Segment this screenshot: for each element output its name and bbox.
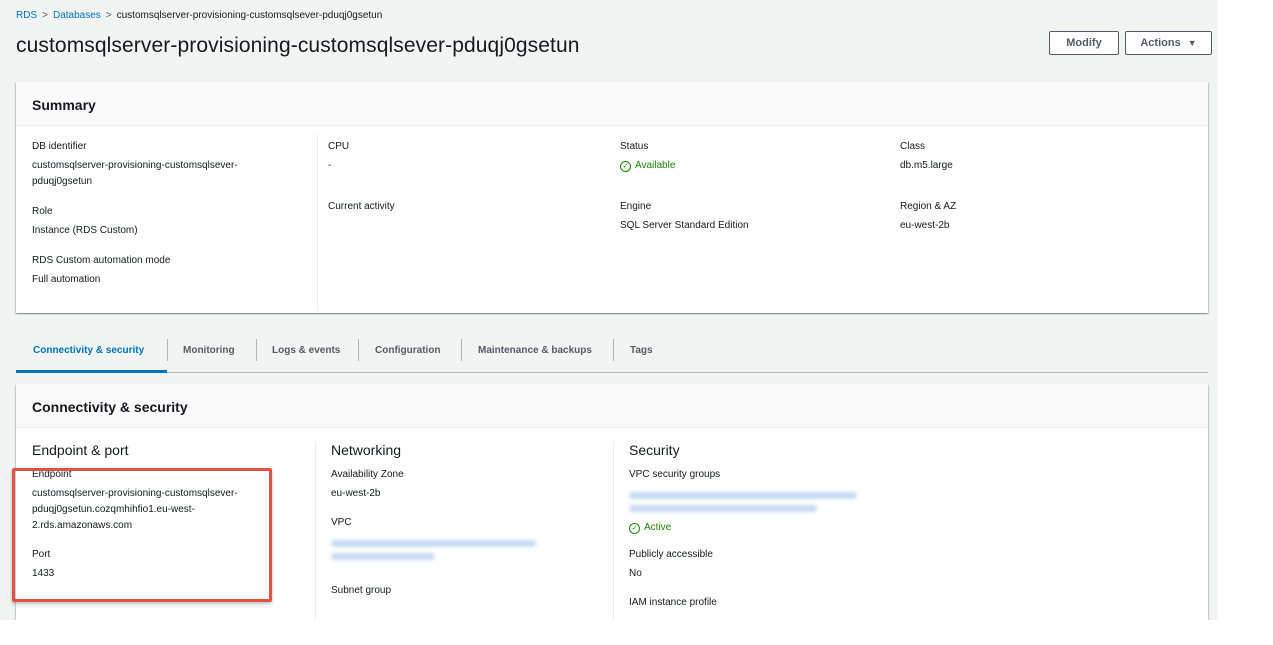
security-group-status-text: Active bbox=[644, 522, 672, 533]
region-az-field: Region & AZ eu-west-2b bbox=[900, 200, 1160, 234]
breadcrumb-rds-link[interactable]: RDS bbox=[16, 10, 37, 21]
engine-value: SQL Server Standard Edition bbox=[620, 220, 749, 231]
tab-divider bbox=[613, 339, 614, 361]
tab-maintenance-backups[interactable]: Maintenance & backups bbox=[478, 340, 592, 360]
region-az-value: eu-west-2b bbox=[900, 220, 950, 231]
iam-instance-profile-label: IAM instance profile bbox=[629, 597, 717, 608]
breadcrumb-separator-icon: > bbox=[42, 10, 48, 21]
networking-column: Networking Availability Zone eu-west-2b … bbox=[315, 442, 591, 620]
availability-zone-label: Availability Zone bbox=[331, 469, 404, 480]
endpoint-port-heading: Endpoint & port bbox=[32, 442, 129, 458]
publicly-accessible-value: No bbox=[629, 568, 642, 579]
summary-panel: Summary DB identifier customsqlserver-pr… bbox=[16, 82, 1208, 313]
modify-button[interactable]: Modify bbox=[1049, 31, 1119, 55]
tab-divider bbox=[167, 339, 168, 361]
current-activity-label: Current activity bbox=[328, 201, 395, 212]
cpu-field: CPU - bbox=[328, 140, 588, 174]
db-identifier-value: customsqlserver-provisioning-customsqlse… bbox=[32, 158, 302, 190]
class-label: Class bbox=[900, 141, 926, 152]
summary-column-2: CPU - Current activity bbox=[317, 134, 588, 310]
cpu-value: - bbox=[328, 160, 332, 171]
role-label: Role bbox=[32, 206, 53, 217]
availability-zone-value: eu-west-2b bbox=[331, 488, 381, 499]
endpoint-value[interactable]: customsqlserver-provisioning-customsqlse… bbox=[32, 486, 292, 534]
breadcrumb-databases-link[interactable]: Databases bbox=[53, 10, 101, 21]
endpoint-value-line: 2.rds.amazonaws.com bbox=[32, 520, 133, 531]
tab-connectivity-security[interactable]: Connectivity & security bbox=[33, 340, 144, 360]
networking-heading: Networking bbox=[331, 442, 402, 458]
security-group-status: ✓ Active bbox=[629, 520, 889, 536]
detail-tabs: Connectivity & security Monitoring Logs … bbox=[16, 330, 1208, 373]
current-activity-field: Current activity bbox=[328, 200, 588, 214]
subnet-group-label: Subnet group bbox=[331, 585, 392, 596]
automation-mode-label: RDS Custom automation mode bbox=[32, 255, 171, 266]
vpc-label: VPC bbox=[331, 517, 352, 528]
breadcrumb-current: customsqlserver-provisioning-customsqlse… bbox=[116, 10, 383, 21]
region-az-label: Region & AZ bbox=[900, 201, 957, 212]
port-value: 1433 bbox=[32, 568, 55, 579]
active-tab-indicator bbox=[16, 370, 167, 373]
summary-title: Summary bbox=[16, 82, 1208, 126]
page-title: customsqlserver-provisioning-customsqlse… bbox=[16, 34, 580, 57]
connectivity-title: Connectivity & security bbox=[16, 384, 1208, 428]
breadcrumb: RDS > Databases > customsqlserver-provisioni… bbox=[16, 10, 382, 21]
caret-down-icon: ▼ bbox=[1187, 38, 1197, 48]
engine-label: Engine bbox=[620, 201, 652, 212]
summary-column-3: Status ✓ Available Engine SQL Server Sta… bbox=[620, 140, 880, 249]
db-identifier-label: DB identifier bbox=[32, 141, 87, 152]
status-field: Status ✓ Available bbox=[620, 140, 880, 174]
actions-button-label: Actions bbox=[1140, 37, 1181, 49]
tab-divider bbox=[256, 339, 257, 361]
automation-mode-field: RDS Custom automation mode Full automati… bbox=[32, 254, 302, 288]
vpc-link-redacted[interactable] bbox=[331, 553, 435, 560]
tab-configuration[interactable]: Configuration bbox=[375, 340, 441, 360]
security-heading: Security bbox=[629, 442, 680, 458]
security-group-link-redacted[interactable] bbox=[629, 492, 857, 499]
summary-column-1: DB identifier customsqlserver-provisioni… bbox=[32, 140, 302, 303]
tab-monitoring[interactable]: Monitoring bbox=[183, 340, 235, 360]
actions-button[interactable]: Actions ▼ bbox=[1125, 31, 1212, 55]
role-value: Instance (RDS Custom) bbox=[32, 225, 138, 236]
cpu-label: CPU bbox=[328, 141, 350, 152]
engine-field: Engine SQL Server Standard Edition bbox=[620, 200, 880, 234]
status-text: Available bbox=[635, 160, 676, 171]
tab-divider bbox=[358, 339, 359, 361]
automation-mode-value: Full automation bbox=[32, 274, 101, 285]
summary-column-4: Class db.m5.large Region & AZ eu-west-2b bbox=[900, 140, 1160, 249]
db-identifier-value-line: pduqj0gsetun bbox=[32, 176, 93, 187]
security-column: Security VPC security groups ✓ Active Pu… bbox=[613, 442, 889, 620]
tab-divider bbox=[461, 339, 462, 361]
security-group-link-redacted[interactable] bbox=[629, 505, 817, 512]
connectivity-panel: Connectivity & security Endpoint & port … bbox=[16, 384, 1208, 620]
status-value: ✓ Available bbox=[620, 158, 880, 174]
vpc-security-groups-label: VPC security groups bbox=[629, 469, 721, 480]
breadcrumb-separator-icon: > bbox=[105, 10, 112, 21]
tab-tags[interactable]: Tags bbox=[630, 340, 653, 360]
endpoint-port-column: Endpoint & port Endpoint customsqlserver… bbox=[32, 442, 292, 582]
vpc-link-redacted[interactable] bbox=[331, 540, 536, 547]
tab-logs-events[interactable]: Logs & events bbox=[272, 340, 340, 360]
endpoint-label: Endpoint bbox=[32, 469, 72, 480]
class-value: db.m5.large bbox=[900, 160, 953, 171]
endpoint-value-line: customsqlserver-provisioning-customsqlse… bbox=[32, 488, 238, 499]
publicly-accessible-label: Publicly accessible bbox=[629, 549, 713, 560]
endpoint-value-line: pduqj0gsetun.cozqmhihfio1.eu-west- bbox=[32, 504, 195, 515]
console-viewport: RDS > Databases > customsqlserver-provisioni… bbox=[0, 0, 1218, 620]
status-label: Status bbox=[620, 141, 649, 152]
port-label: Port bbox=[32, 549, 51, 560]
check-circle-icon: ✓ bbox=[629, 522, 640, 534]
db-identifier-value-line: customsqlserver-provisioning-customsqlse… bbox=[32, 160, 238, 171]
check-circle-icon: ✓ bbox=[620, 160, 631, 172]
db-identifier-field: DB identifier customsqlserver-provisioni… bbox=[32, 140, 302, 190]
class-field: Class db.m5.large bbox=[900, 140, 1160, 174]
role-field: Role Instance (RDS Custom) bbox=[32, 205, 302, 239]
